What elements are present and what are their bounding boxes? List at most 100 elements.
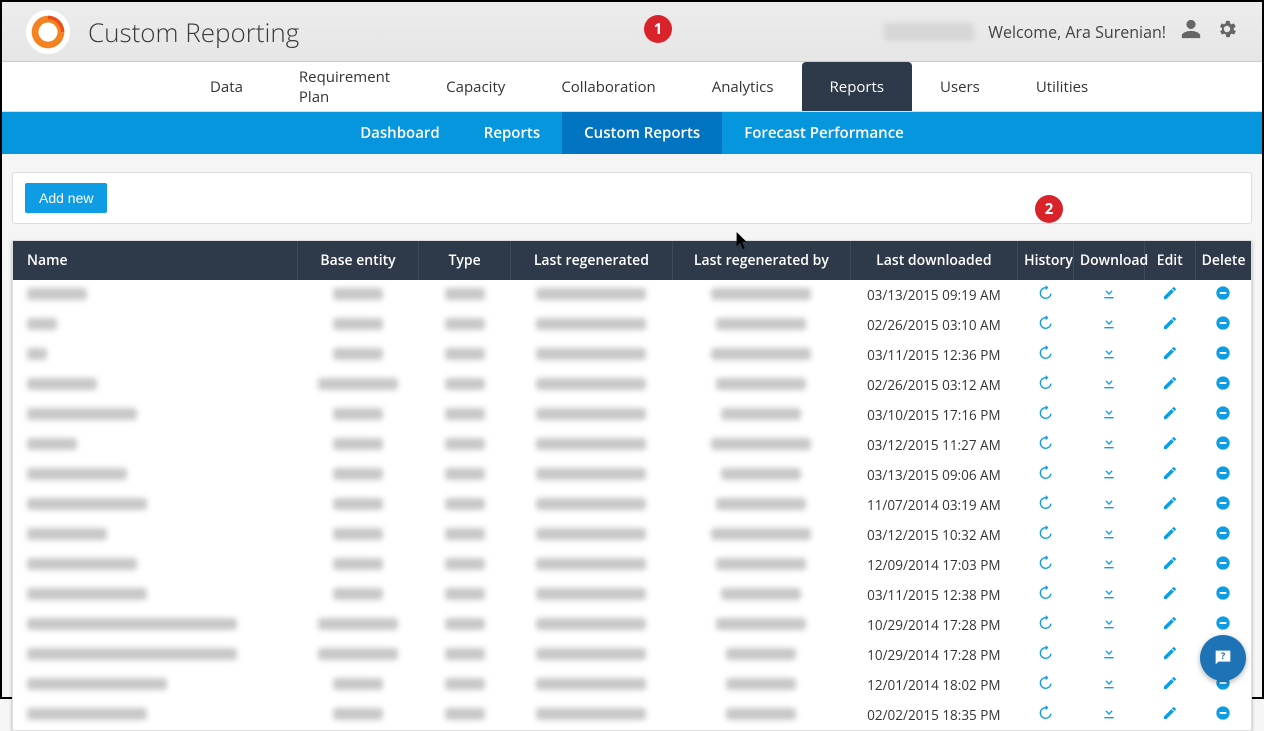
user-profile-icon[interactable] bbox=[1180, 18, 1202, 45]
subnav-item-custom-reports[interactable]: Custom Reports bbox=[562, 112, 722, 154]
download-icon[interactable] bbox=[1101, 375, 1117, 391]
download-icon[interactable] bbox=[1101, 435, 1117, 451]
th-download[interactable]: Download bbox=[1073, 241, 1144, 280]
history-icon[interactable] bbox=[1037, 585, 1053, 601]
nav-item-utilities[interactable]: Utilities bbox=[1008, 62, 1116, 111]
history-icon[interactable] bbox=[1037, 495, 1053, 511]
delete-icon[interactable] bbox=[1215, 285, 1231, 301]
download-icon[interactable] bbox=[1101, 525, 1117, 541]
sub-nav: DashboardReportsCustom ReportsForecast P… bbox=[2, 112, 1262, 154]
download-icon[interactable] bbox=[1101, 465, 1117, 481]
edit-icon[interactable] bbox=[1162, 495, 1178, 511]
history-icon[interactable] bbox=[1037, 525, 1053, 541]
history-icon[interactable] bbox=[1037, 375, 1053, 391]
delete-icon[interactable] bbox=[1215, 405, 1231, 421]
download-icon[interactable] bbox=[1101, 495, 1117, 511]
history-icon[interactable] bbox=[1037, 645, 1053, 661]
th-regen[interactable]: Last regenerated bbox=[510, 241, 672, 280]
cell-downloaded: 12/09/2014 17:03 PM bbox=[850, 550, 1017, 580]
edit-icon[interactable] bbox=[1162, 675, 1178, 691]
redacted-name bbox=[27, 378, 97, 390]
th-downloaded[interactable]: Last downloaded bbox=[850, 241, 1017, 280]
main-nav: DataRequirement PlanCapacityCollaboratio… bbox=[2, 62, 1262, 112]
edit-icon[interactable] bbox=[1162, 405, 1178, 421]
delete-icon[interactable] bbox=[1215, 705, 1231, 721]
th-delete[interactable]: Delete bbox=[1195, 241, 1251, 280]
download-icon[interactable] bbox=[1101, 645, 1117, 661]
download-icon[interactable] bbox=[1101, 705, 1117, 721]
delete-icon[interactable] bbox=[1215, 315, 1231, 331]
th-regenby[interactable]: Last regenerated by bbox=[673, 241, 851, 280]
delete-icon[interactable] bbox=[1215, 615, 1231, 631]
nav-item-analytics[interactable]: Analytics bbox=[684, 62, 802, 111]
history-icon[interactable] bbox=[1037, 705, 1053, 721]
download-icon[interactable] bbox=[1101, 405, 1117, 421]
edit-icon[interactable] bbox=[1162, 465, 1178, 481]
history-icon[interactable] bbox=[1037, 555, 1053, 571]
th-history[interactable]: History bbox=[1018, 241, 1074, 280]
download-icon[interactable] bbox=[1101, 315, 1117, 331]
edit-icon[interactable] bbox=[1162, 555, 1178, 571]
download-icon[interactable] bbox=[1101, 285, 1117, 301]
add-new-button[interactable]: Add new bbox=[25, 183, 107, 213]
history-icon[interactable] bbox=[1037, 405, 1053, 421]
nav-item-users[interactable]: Users bbox=[912, 62, 1008, 111]
edit-icon[interactable] bbox=[1162, 285, 1178, 301]
redacted-type bbox=[445, 408, 485, 420]
redacted-regen bbox=[536, 288, 646, 300]
nav-item-capacity[interactable]: Capacity bbox=[418, 62, 533, 111]
redacted-type bbox=[445, 558, 485, 570]
th-name[interactable]: Name bbox=[13, 241, 297, 280]
delete-icon[interactable] bbox=[1215, 345, 1231, 361]
redacted-type bbox=[445, 708, 485, 720]
download-icon[interactable] bbox=[1101, 675, 1117, 691]
redacted-entity bbox=[318, 378, 398, 390]
edit-icon[interactable] bbox=[1162, 525, 1178, 541]
delete-icon[interactable] bbox=[1215, 555, 1231, 571]
edit-icon[interactable] bbox=[1162, 615, 1178, 631]
delete-icon[interactable] bbox=[1215, 435, 1231, 451]
delete-icon[interactable] bbox=[1215, 375, 1231, 391]
subnav-item-reports[interactable]: Reports bbox=[462, 112, 562, 154]
gear-icon[interactable] bbox=[1216, 18, 1238, 45]
download-icon[interactable] bbox=[1101, 585, 1117, 601]
nav-item-requirement-plan[interactable]: Requirement Plan bbox=[271, 62, 418, 111]
history-icon[interactable] bbox=[1037, 435, 1053, 451]
nav-item-collaboration[interactable]: Collaboration bbox=[533, 62, 683, 111]
cell-downloaded: 03/10/2015 17:16 PM bbox=[850, 400, 1017, 430]
download-icon[interactable] bbox=[1101, 615, 1117, 631]
edit-icon[interactable] bbox=[1162, 375, 1178, 391]
cell-downloaded: 03/11/2015 12:38 PM bbox=[850, 580, 1017, 610]
download-icon[interactable] bbox=[1101, 555, 1117, 571]
edit-icon[interactable] bbox=[1162, 345, 1178, 361]
delete-icon[interactable] bbox=[1215, 495, 1231, 511]
history-icon[interactable] bbox=[1037, 285, 1053, 301]
history-icon[interactable] bbox=[1037, 315, 1053, 331]
redacted-entity bbox=[333, 408, 383, 420]
table-row: 03/12/2015 10:32 AM bbox=[13, 520, 1251, 550]
edit-icon[interactable] bbox=[1162, 705, 1178, 721]
history-icon[interactable] bbox=[1037, 615, 1053, 631]
edit-icon[interactable] bbox=[1162, 435, 1178, 451]
nav-item-data[interactable]: Data bbox=[182, 62, 271, 111]
edit-icon[interactable] bbox=[1162, 315, 1178, 331]
redacted-entity bbox=[333, 438, 383, 450]
delete-icon[interactable] bbox=[1215, 465, 1231, 481]
nav-item-reports[interactable]: Reports bbox=[802, 62, 913, 111]
history-icon[interactable] bbox=[1037, 675, 1053, 691]
history-icon[interactable] bbox=[1037, 465, 1053, 481]
th-type[interactable]: Type bbox=[419, 241, 510, 280]
delete-icon[interactable] bbox=[1215, 585, 1231, 601]
edit-icon[interactable] bbox=[1162, 585, 1178, 601]
redacted-name bbox=[27, 408, 137, 420]
subnav-item-forecast-performance[interactable]: Forecast Performance bbox=[722, 112, 926, 154]
edit-icon[interactable] bbox=[1162, 645, 1178, 661]
subnav-item-dashboard[interactable]: Dashboard bbox=[338, 112, 462, 154]
delete-icon[interactable] bbox=[1215, 525, 1231, 541]
help-chat-button[interactable]: ? bbox=[1200, 635, 1246, 681]
history-icon[interactable] bbox=[1037, 345, 1053, 361]
download-icon[interactable] bbox=[1101, 345, 1117, 361]
th-edit[interactable]: Edit bbox=[1144, 241, 1195, 280]
redacted-name bbox=[27, 318, 57, 330]
th-entity[interactable]: Base entity bbox=[297, 241, 419, 280]
